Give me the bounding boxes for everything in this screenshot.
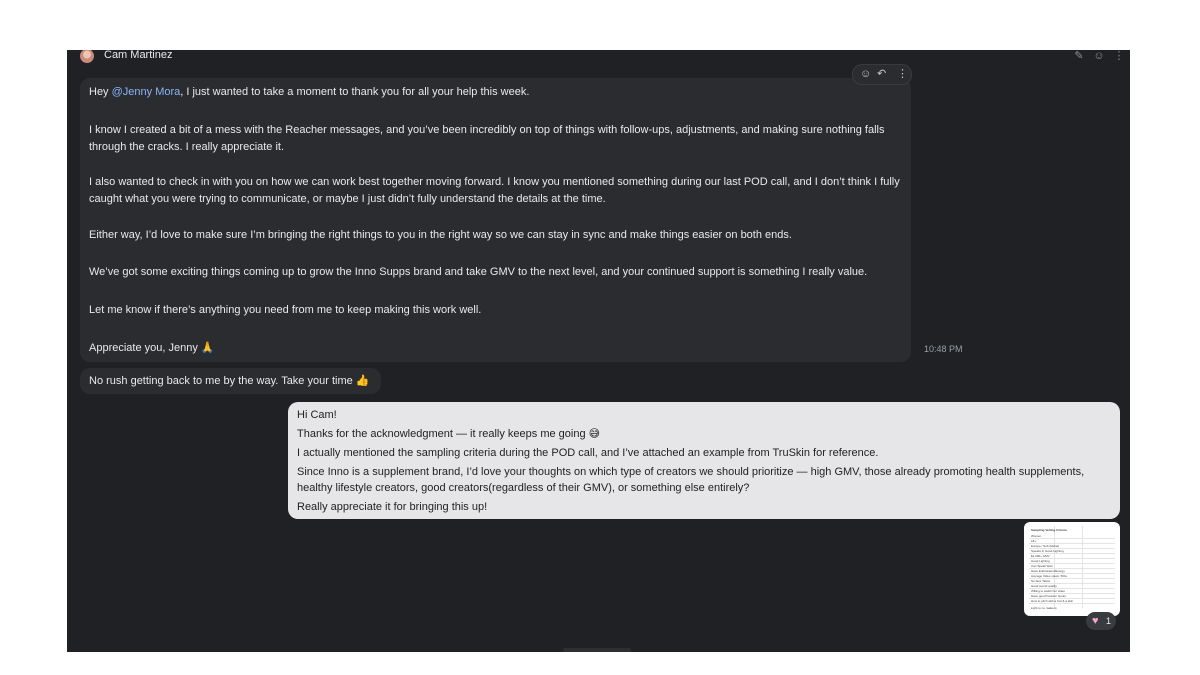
reaction-chip[interactable]: ♥ 1 — [1086, 612, 1116, 630]
reaction-count: 1 — [1106, 616, 1112, 626]
emoji-icon[interactable]: ☺ — [1093, 50, 1105, 62]
sheet-title: Sampling Vetting Criteria — [1031, 528, 1067, 532]
message-line: Since Inno is a supplement brand, I’d lo… — [297, 466, 1085, 478]
edit-icon[interactable]: ✎ — [1073, 50, 1085, 62]
message-line: healthy lifestyle creators, good creator… — [297, 482, 750, 494]
message-paragraph: We’ve got some exciting things coming up… — [89, 266, 868, 278]
greeting-rest-text: , I just wanted to take a moment to than… — [180, 86, 530, 98]
message-text: No rush getting back to me by the way. T… — [89, 375, 370, 387]
sheet-row-text: Good sound quality — [1031, 584, 1057, 588]
message-paragraph: Let me know if there’s anything you need… — [89, 304, 482, 316]
message-paragraph: I know I created a bit of a mess with th… — [89, 124, 885, 153]
sheet-row-text: Women — [1031, 534, 1042, 538]
chat-header: Cam Martinez ✎ ☺ ⋮ — [67, 50, 1130, 63]
message-paragraph: Either way, I’d love to make sure I’m br… — [89, 229, 792, 241]
avatar[interactable] — [80, 50, 94, 63]
sheet-row-line — [1029, 603, 1115, 604]
message-line: Hi Cam! — [297, 409, 337, 421]
more-vert-icon[interactable]: ⋮ — [1113, 50, 1125, 62]
message-paragraph: Hey @Jenny Mora, I just wanted to take a… — [89, 84, 904, 101]
chat-window: Cam Martinez ✎ ☺ ⋮ Hey @Jenny Mora, I ju… — [67, 50, 1130, 652]
sheet-row-text: 18+ — [1031, 539, 1037, 543]
sheet-row-text: Have Enthusiasm/Energy — [1031, 569, 1065, 573]
sheet-row-text: Willing to watch her video — [1031, 589, 1066, 593]
sheet-row-text: No face Tattoo — [1031, 579, 1051, 583]
mention-link[interactable]: @Jenny Mora — [112, 86, 181, 98]
reply-icon[interactable]: ↶ — [877, 67, 886, 82]
message-line: Really appreciate it for bringing this u… — [297, 501, 488, 513]
message-actions-toolbar: ☺ ↶ ⋮ — [853, 65, 911, 84]
sheet-row-text: How to pitch with a Cat & a skin — [1031, 599, 1074, 603]
message-paragraph: I also wanted to check in with you on ho… — [89, 176, 900, 205]
outgoing-message-bubble: Hi Cam! Thanks for the acknowledgment — … — [288, 402, 1120, 519]
message-timestamp: 10:48 PM — [924, 344, 963, 354]
more-vert-icon[interactable]: ⋮ — [897, 67, 908, 82]
sheet-row-text: Have good hook/on hooks — [1031, 594, 1066, 598]
contact-name[interactable]: Cam Martinez — [104, 50, 172, 62]
sheet-row-text: Speaks in Good Lighting — [1031, 549, 1064, 553]
greeting-text: Hey — [89, 86, 112, 98]
sheet-row-line — [1029, 538, 1115, 539]
sheet-row-text: Good Lighting — [1031, 559, 1050, 563]
scroll-indicator[interactable] — [563, 648, 631, 652]
incoming-message-bubble: No rush getting back to me by the way. T… — [80, 368, 381, 394]
heart-icon: ♥ — [1092, 615, 1099, 627]
incoming-message-bubble: Hey @Jenny Mora, I just wanted to take a… — [80, 78, 911, 362]
message-line: Thanks for the acknowledgment — it reall… — [297, 428, 601, 440]
sheet-row-text: Can Speak Well — [1031, 564, 1053, 568]
message-line: I actually mentioned the sampling criter… — [297, 447, 879, 459]
message-paragraph: Appreciate you, Jenny 🙏 — [89, 342, 215, 354]
sheet-row-text: Europe / Sub (Rebel) — [1031, 544, 1060, 548]
sheet-row-text: Average Video views: 500+ — [1031, 574, 1068, 578]
image-attachment[interactable]: Sampling Vetting Criteria Women 18+ Europe… — [1024, 522, 1120, 616]
sheet-footer: Light to no makeup — [1031, 606, 1057, 610]
emoji-react-icon[interactable]: ☺ — [860, 67, 871, 82]
sheet-row-text: $1,000+ GMV — [1031, 554, 1050, 558]
